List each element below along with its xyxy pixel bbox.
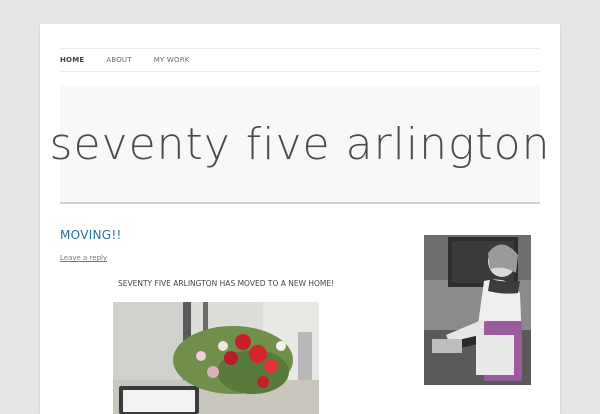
site-title: seventy five arlington [49, 118, 551, 170]
page-container: HOME ABOUT MY WORK seventy five arlingto… [40, 24, 560, 414]
nav-item-about[interactable]: ABOUT [106, 56, 131, 64]
flower-photo-illustration [113, 302, 319, 414]
post-image [113, 302, 319, 414]
header-banner[interactable]: seventy five arlington [50, 86, 549, 204]
nav-item-my-work[interactable]: MY WORK [154, 56, 190, 64]
sidebar-profile-photo [424, 235, 531, 385]
post-title[interactable]: MOVING!! [60, 228, 122, 242]
post-body-text: SEVENTY FIVE ARLINGTON HAS MOVED TO A NE… [118, 279, 335, 288]
main-navigation: HOME ABOUT MY WORK [60, 48, 540, 72]
nav-item-home[interactable]: HOME [60, 56, 84, 64]
leave-reply-link[interactable]: Leave a reply [60, 254, 107, 262]
profile-photo-illustration [424, 235, 531, 385]
